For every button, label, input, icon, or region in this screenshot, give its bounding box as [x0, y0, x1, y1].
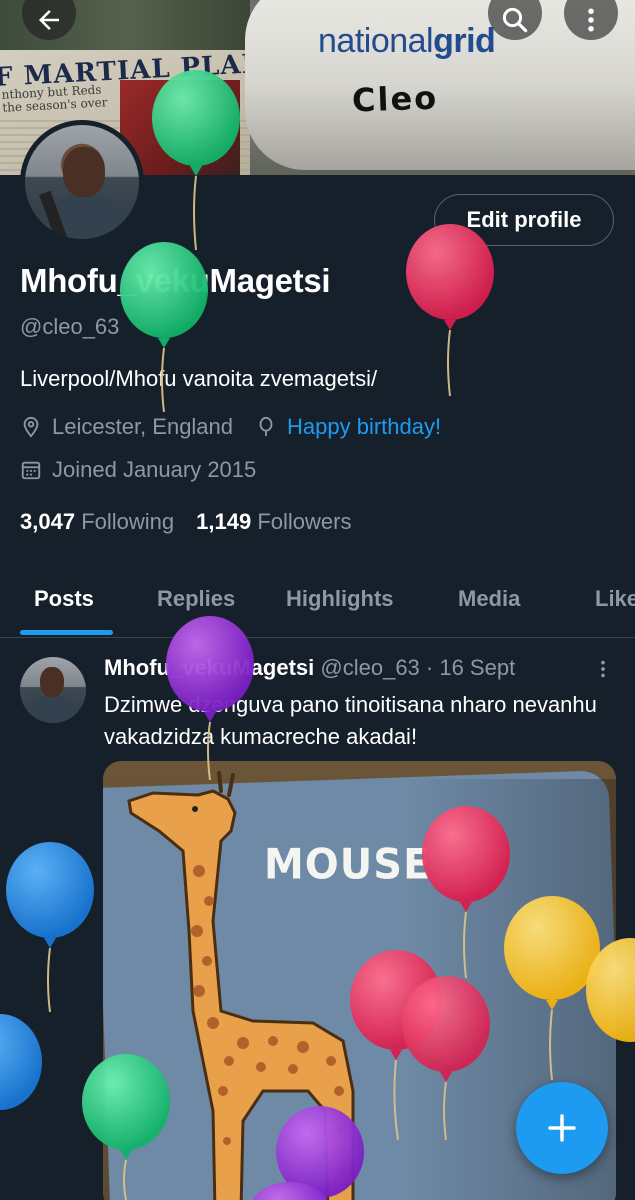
more-vertical-icon	[601, 660, 605, 678]
plus-icon	[548, 1114, 576, 1142]
post-header: Mhofu_vekuMagetsi @cleo_63 · 16 Sept	[104, 655, 515, 681]
banner-brand-bold: grid	[433, 22, 496, 60]
post-meta: @cleo_63 · 16 Sept	[320, 655, 516, 680]
following-count: 3,047	[20, 509, 76, 534]
profile-location: Leicester, England	[52, 414, 234, 439]
post-author-avatar[interactable]	[20, 657, 86, 723]
banner-brand-light: national	[318, 22, 434, 60]
tab-media[interactable]: Media	[458, 586, 520, 612]
follow-counts: 3,047 Following 1,149 Followers	[20, 509, 351, 535]
following-label: Following	[81, 509, 175, 534]
post-text: Dzimwe dzenguva pano tinoitisana nharo n…	[104, 692, 597, 749]
banner-newspaper-subline: nthony but Reds the season's over	[1, 83, 107, 115]
birthday-link[interactable]: Happy birthday!	[287, 414, 441, 440]
balloon-blue-2	[0, 1014, 42, 1110]
post-more-button[interactable]	[592, 656, 614, 687]
tab-highlights[interactable]: Highlights	[286, 586, 394, 612]
search-icon	[502, 7, 528, 33]
profile-tabs: Posts Replies Highlights Media Likes	[0, 566, 635, 638]
post-author-name[interactable]: Mhofu_vekuMagetsi	[104, 655, 314, 680]
post-avatar-head	[40, 667, 64, 697]
calendar-icon	[20, 459, 42, 481]
tab-posts[interactable]: Posts	[34, 586, 94, 612]
arrow-left-icon	[39, 10, 59, 30]
following-link[interactable]: 3,047 Following	[20, 509, 174, 534]
post-avatar-shirt	[28, 695, 78, 723]
profile-display-name: Mhofu_vekuMagetsi	[20, 262, 331, 299]
balloon-blue-1	[6, 842, 94, 1013]
banner-brand-logo: nationalgrid	[318, 22, 496, 61]
location-pin-icon	[20, 416, 42, 438]
profile-handle: @cleo_63	[20, 314, 120, 339]
profile-bio: Liverpool/Mhofu vanoita zvemagetsi/	[20, 366, 378, 391]
tab-likes[interactable]: Likes	[595, 586, 635, 612]
followers-count: 1,149	[196, 509, 252, 534]
more-vertical-icon	[588, 8, 594, 32]
post-image-sign-text: MOUSE	[264, 840, 432, 890]
tab-replies[interactable]: Replies	[157, 586, 235, 612]
balloon-red-1	[406, 224, 494, 397]
avatar-head	[63, 147, 105, 197]
followers-link[interactable]: 1,149 Followers	[196, 509, 351, 534]
balloon-icon	[255, 416, 277, 438]
profile-avatar[interactable]	[20, 120, 144, 244]
profile-meta-row: Leicester, England Happy birthday!	[20, 414, 441, 440]
edit-profile-button[interactable]: Edit profile	[434, 194, 614, 246]
profile-joined-row: Joined January 2015	[20, 457, 256, 483]
active-tab-indicator	[20, 630, 113, 635]
compose-post-button[interactable]	[516, 1082, 608, 1174]
banner-handwritten-name: Cleo	[351, 78, 439, 120]
profile-joined-date: Joined January 2015	[52, 457, 257, 482]
followers-label: Followers	[257, 509, 352, 534]
